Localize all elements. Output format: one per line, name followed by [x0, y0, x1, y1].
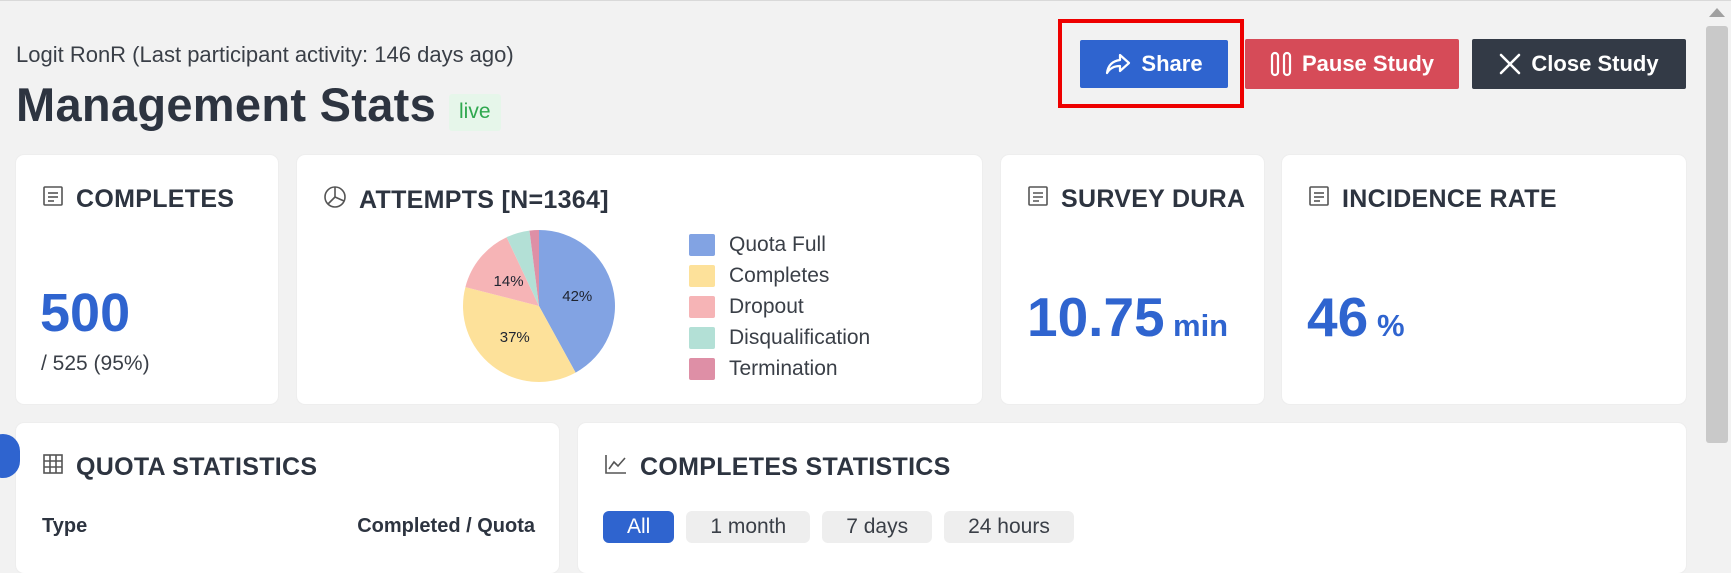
- attempts-card: ATTEMPTS [N=1364] 42% 37% 14% Quota Full Co…: [297, 155, 982, 404]
- time-range-filters: All 1 month 7 days 24 hours: [603, 511, 1074, 543]
- pause-study-label: Pause Study: [1301, 51, 1435, 76]
- legend-label: Disqualification: [729, 325, 871, 349]
- completes-statistics-card: COMPLETES STATISTICS All 1 month 7 days …: [578, 423, 1686, 573]
- quota-column-type: Type: [42, 515, 88, 537]
- legend-label: Termination: [729, 356, 838, 380]
- legend-item-dropout[interactable]: Dropout: [689, 291, 870, 322]
- pause-study-button[interactable]: Pause Study: [1245, 39, 1459, 89]
- legend-label: Quota Full: [729, 232, 826, 256]
- legend-swatch: [689, 295, 715, 318]
- completes-statistics-header: COMPLETES STATISTICS: [604, 453, 951, 482]
- legend-swatch: [689, 357, 715, 380]
- pie-label-quota-full: 42%: [562, 288, 592, 305]
- document-list-icon: [42, 185, 64, 214]
- table-grid-icon: [42, 453, 64, 482]
- close-study-button[interactable]: Close Study: [1472, 39, 1686, 89]
- page-title: Management Stats: [16, 78, 437, 131]
- legend-swatch: [689, 326, 715, 349]
- completes-statistics-title: COMPLETES STATISTICS: [640, 453, 951, 481]
- quota-statistics-title: QUOTA STATISTICS: [76, 453, 318, 481]
- line-chart-icon: [604, 453, 628, 482]
- quota-column-completed: Completed / Quota: [357, 515, 535, 537]
- incidence-rate-unit: %: [1377, 308, 1405, 343]
- legend-label: Completes: [729, 263, 830, 287]
- close-x-icon: [1499, 53, 1521, 75]
- quota-statistics-header: QUOTA STATISTICS: [42, 453, 317, 482]
- completes-value: 500: [40, 283, 131, 343]
- survey-duration-unit: min: [1173, 308, 1229, 343]
- attempts-card-header: ATTEMPTS [N=1364]: [323, 185, 609, 216]
- top-border: [0, 0, 1731, 1]
- survey-duration-card-header: SURVEY DURA: [1027, 185, 1245, 214]
- scroll-up-arrow[interactable]: [1709, 8, 1725, 17]
- legend-label: Dropout: [729, 294, 804, 318]
- legend-item-completes[interactable]: Completes: [689, 260, 870, 291]
- legend-item-termination[interactable]: Termination: [689, 353, 870, 384]
- attempts-title: ATTEMPTS [N=1364]: [359, 186, 609, 214]
- completes-card-header: COMPLETES: [42, 185, 234, 214]
- vertical-scrollbar[interactable]: [1706, 26, 1728, 443]
- pie-chart-icon: [323, 185, 347, 216]
- legend-item-disqualification[interactable]: Disqualification: [689, 322, 870, 353]
- incidence-rate-title: INCIDENCE RATE: [1342, 185, 1557, 213]
- legend-swatch: [689, 233, 715, 256]
- status-badge: live: [449, 94, 501, 131]
- study-subtitle: Logit RonR (Last participant activity: 1…: [16, 42, 514, 67]
- filter-1-month[interactable]: 1 month: [686, 511, 811, 543]
- pie-label-completes: 37%: [500, 329, 530, 346]
- completes-detail: / 525 (95%): [41, 352, 150, 375]
- attempts-legend: Quota Full Completes Dropout Disqualificati…: [689, 229, 870, 384]
- incidence-rate-value: 46: [1307, 286, 1369, 348]
- document-list-icon: [1027, 185, 1049, 214]
- pause-icon: [1270, 51, 1292, 77]
- filter-24-hours[interactable]: 24 hours: [944, 511, 1074, 543]
- document-list-icon: [1308, 185, 1330, 214]
- share-highlight-box: [1058, 19, 1244, 108]
- incidence-rate-card: INCIDENCE RATE 46 %: [1282, 155, 1686, 404]
- attempts-pie-chart: 42% 37% 14%: [461, 228, 617, 384]
- legend-item-quota-full[interactable]: Quota Full: [689, 229, 870, 260]
- completes-card: COMPLETES 500 / 525 (95%): [16, 155, 278, 404]
- survey-duration-value: 10.75: [1027, 286, 1165, 348]
- completes-title: COMPLETES: [76, 185, 235, 213]
- quota-statistics-card: QUOTA STATISTICS Type Completed / Quota: [16, 423, 559, 573]
- legend-swatch: [689, 264, 715, 287]
- filter-all[interactable]: All: [603, 511, 675, 543]
- pie-label-dropout: 14%: [494, 273, 524, 290]
- survey-duration-card: SURVEY DURA 10.75 min: [1001, 155, 1264, 404]
- incidence-rate-card-header: INCIDENCE RATE: [1308, 185, 1557, 214]
- close-study-label: Close Study: [1531, 51, 1659, 76]
- survey-duration-title: SURVEY DURA: [1061, 185, 1246, 213]
- filter-7-days[interactable]: 7 days: [822, 511, 933, 543]
